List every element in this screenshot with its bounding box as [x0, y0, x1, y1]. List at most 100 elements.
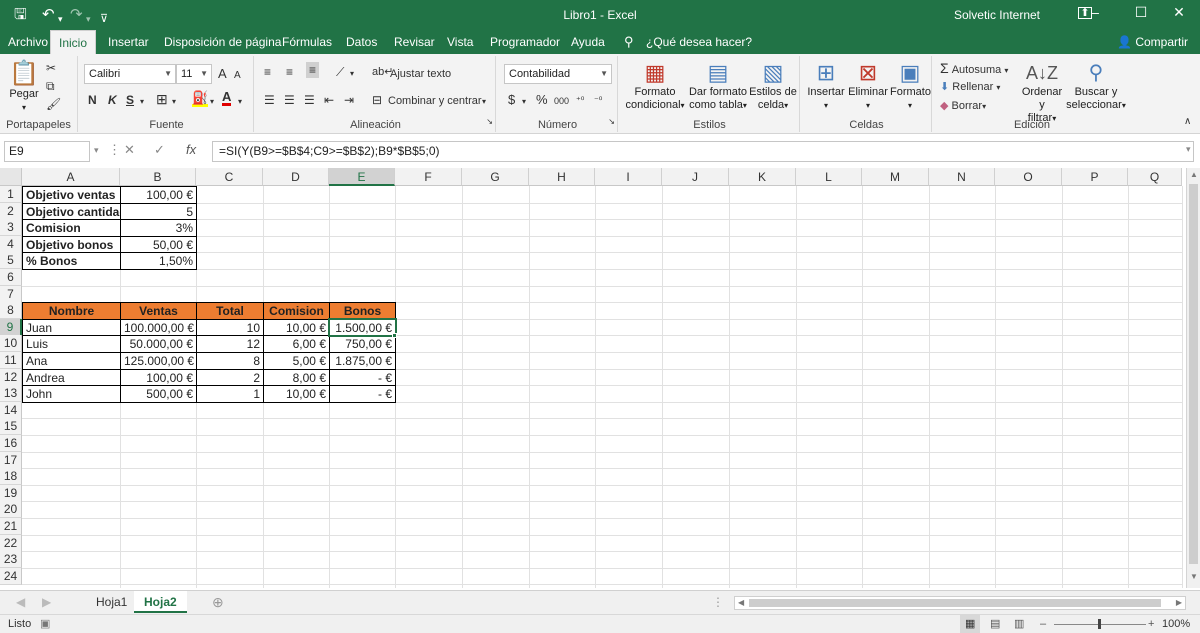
row-header-15[interactable]: 15: [0, 418, 22, 436]
close-button[interactable]: ✕: [1156, 4, 1200, 21]
zoom-out-icon[interactable]: –: [1040, 615, 1046, 633]
table-header-cell[interactable]: Nombre: [22, 302, 121, 320]
increase-decimal-icon[interactable]: ⁺⁰: [576, 92, 584, 108]
font-color-dropdown-icon[interactable]: ▾: [238, 94, 242, 110]
table-header-cell[interactable]: Ventas: [120, 302, 197, 320]
column-header-i[interactable]: I: [595, 168, 662, 186]
param-label[interactable]: Objetivo bonos: [22, 235, 121, 254]
table-cell[interactable]: John: [22, 385, 121, 403]
table-cell[interactable]: 5,00 €: [263, 352, 330, 370]
param-label[interactable]: % Bonos: [22, 252, 121, 270]
paste-button[interactable]: 📋 Pegar ▾: [6, 60, 42, 114]
row-header-22[interactable]: 22: [0, 534, 22, 552]
font-size-combo[interactable]: 11 ▼: [176, 64, 212, 84]
table-cell[interactable]: 100.000,00 €: [120, 318, 197, 337]
row-header-4[interactable]: 4: [0, 235, 22, 253]
row-header-21[interactable]: 21: [0, 518, 22, 535]
row-header-14[interactable]: 14: [0, 401, 22, 419]
fill-handle[interactable]: [392, 333, 397, 339]
zoom-in-icon[interactable]: +: [1148, 615, 1154, 633]
sheet-tab-hoja1[interactable]: Hoja1: [86, 591, 139, 613]
copy-icon[interactable]: ⧉: [46, 78, 55, 94]
table-cell[interactable]: 12: [196, 335, 264, 353]
macro-record-icon[interactable]: ▣: [40, 615, 50, 633]
scroll-down-icon[interactable]: ▼: [1190, 572, 1198, 581]
table-header-cell[interactable]: Bonos: [329, 302, 396, 320]
table-cell[interactable]: 1.500,00 €: [329, 318, 396, 337]
sheet-tab-hoja2[interactable]: Hoja2: [134, 591, 187, 613]
tab-formulas[interactable]: Fórmulas: [280, 30, 334, 54]
table-cell[interactable]: 10: [196, 318, 264, 337]
font-color-icon[interactable]: A: [222, 90, 232, 106]
fill-color-icon[interactable]: ⛽: [192, 91, 209, 107]
tab-ayuda[interactable]: Ayuda: [569, 30, 607, 54]
decrease-decimal-icon[interactable]: ⁻⁰: [594, 92, 602, 108]
shrink-font-button[interactable]: A: [234, 68, 241, 84]
table-cell[interactable]: 8: [196, 352, 264, 370]
align-left-icon[interactable]: ☰: [264, 92, 275, 108]
tell-me-search[interactable]: ¿Qué desea hacer?: [644, 30, 754, 54]
grow-font-button[interactable]: A: [218, 66, 227, 82]
column-header-n[interactable]: N: [929, 168, 995, 186]
horizontal-scroll-thumb[interactable]: [749, 599, 1161, 607]
insert-cells-button[interactable]: ⊞ Insertar ▾: [806, 60, 846, 112]
thousands-button[interactable]: 000: [554, 93, 569, 109]
row-header-7[interactable]: 7: [0, 285, 22, 303]
borders-icon[interactable]: ⊞: [156, 91, 168, 107]
fill-color-dropdown-icon[interactable]: ▾: [210, 94, 214, 110]
orientation-icon[interactable]: ⟋: [336, 64, 344, 80]
table-cell[interactable]: 1: [196, 385, 264, 403]
table-header-cell[interactable]: Total: [196, 302, 264, 320]
param-label[interactable]: Objetivo cantidad: [22, 202, 121, 221]
tab-programador[interactable]: Programador: [488, 30, 562, 54]
clear-button[interactable]: ◆ Borrar▾: [940, 98, 986, 115]
format-as-table-button[interactable]: ▤ Dar formato como tabla▾: [688, 60, 748, 112]
align-bottom-icon[interactable]: ≡: [306, 62, 320, 78]
param-label[interactable]: Comision: [22, 219, 121, 237]
row-header-18[interactable]: 18: [0, 468, 22, 486]
column-header-f[interactable]: F: [395, 168, 462, 186]
underline-button[interactable]: S: [126, 92, 134, 108]
column-header-g[interactable]: G: [462, 168, 529, 186]
percent-button[interactable]: %: [536, 92, 548, 108]
vertical-scrollbar[interactable]: ▲ ▼: [1186, 168, 1200, 588]
conditional-format-button[interactable]: ▦ Formato condicional▾: [624, 60, 686, 112]
align-middle-icon[interactable]: ≡: [286, 64, 293, 80]
cancel-icon[interactable]: ✕: [124, 142, 135, 158]
fill-button[interactable]: ⬇ Rellenar ▾: [940, 79, 1000, 96]
table-header-cell[interactable]: Comision: [263, 302, 330, 320]
number-format-combo[interactable]: Contabilidad ▼: [504, 64, 612, 84]
zoom-slider-thumb[interactable]: [1098, 619, 1101, 629]
row-header-16[interactable]: 16: [0, 435, 22, 452]
table-cell[interactable]: 8,00 €: [263, 368, 330, 387]
horizontal-scrollbar[interactable]: ◀ ▶: [734, 596, 1186, 610]
column-header-k[interactable]: K: [729, 168, 796, 186]
borders-dropdown-icon[interactable]: ▾: [172, 94, 176, 110]
table-cell[interactable]: 500,00 €: [120, 385, 197, 403]
row-header-11[interactable]: 11: [0, 352, 22, 369]
table-cell[interactable]: 1.875,00 €: [329, 352, 396, 370]
row-header-24[interactable]: 24: [0, 567, 22, 585]
column-header-h[interactable]: H: [529, 168, 595, 186]
tab-vista[interactable]: Vista: [445, 30, 475, 54]
tab-inicio[interactable]: Inicio: [50, 30, 97, 54]
sort-filter-button[interactable]: A↓Z Ordenar y filtrar▾: [1018, 60, 1066, 125]
autosum-button[interactable]: Σ Autosuma ▾: [940, 60, 1008, 79]
table-cell[interactable]: 10,00 €: [263, 318, 330, 337]
scroll-left-icon[interactable]: ◀: [738, 597, 744, 609]
merge-center-button[interactable]: Combinar y centrar: [388, 93, 482, 109]
find-select-button[interactable]: ⚲ Buscar y seleccionar▾: [1066, 60, 1126, 112]
increase-indent-icon[interactable]: ⇥: [344, 92, 354, 108]
worksheet-grid[interactable]: A B C D E F G H I J K L M N O P Q 1 2 3 4 5 6 7 8 9 10 11 12 13 14 15 16…: [0, 168, 1186, 588]
table-cell[interactable]: - €: [329, 385, 396, 403]
row-header-19[interactable]: 19: [0, 484, 22, 502]
page-layout-view-icon[interactable]: ▤: [990, 615, 1000, 633]
cell-styles-button[interactable]: ▧ Estilos de celda▾: [748, 60, 798, 112]
currency-button[interactable]: $: [508, 92, 515, 108]
param-value[interactable]: 1,50%: [120, 252, 197, 270]
row-header-13[interactable]: 13: [0, 385, 22, 403]
column-header-e[interactable]: E: [329, 168, 395, 186]
prev-sheet-icon[interactable]: ◀: [12, 591, 29, 613]
row-header-23[interactable]: 23: [0, 551, 22, 569]
column-header-c[interactable]: C: [196, 168, 263, 186]
